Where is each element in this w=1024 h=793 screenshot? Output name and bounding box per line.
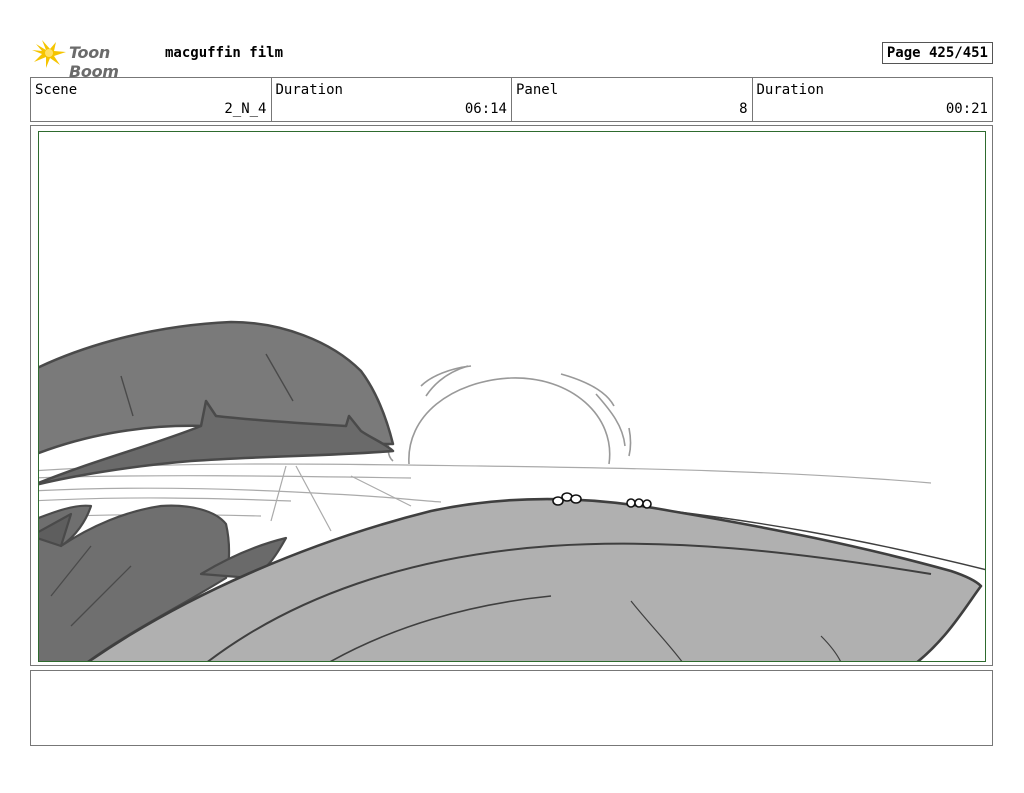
toon-boom-logo: Toon Boom: [32, 38, 162, 81]
camera-safe-area: [38, 131, 986, 662]
scene-value: 2_N_4: [224, 101, 267, 117]
scene-cell: Scene 2_N_4: [31, 78, 272, 121]
panel-cell: Panel 8: [512, 78, 753, 121]
panel-duration-value: 00:21: [945, 101, 988, 117]
panel-label: Panel: [516, 82, 559, 98]
notes-box: [30, 670, 993, 746]
page-number: Page 425/451: [881, 42, 993, 64]
project-title: macguffin film: [165, 45, 284, 61]
scene-duration-label: Duration: [275, 82, 343, 98]
scene-duration-cell: Duration 06:14: [272, 78, 512, 121]
rock-upper-left: [39, 320, 395, 486]
starburst-icon: [32, 40, 66, 68]
panel-frame: [30, 125, 993, 666]
scene-duration-value: 06:14: [464, 101, 507, 117]
scene-info-bar: Scene 2_N_4 Duration 06:14 Panel 8 Durat…: [30, 77, 993, 122]
setting-sun: [387, 365, 632, 465]
scene-label: Scene: [35, 82, 78, 98]
brand-name: Toon Boom: [69, 43, 119, 81]
panel-sketch: [39, 320, 985, 661]
panel-value: 8: [739, 101, 748, 117]
storyboard-header: Toon Boom macguffin film Page 425/451: [30, 36, 993, 81]
panel-duration-label: Duration: [756, 82, 824, 98]
panel-duration-cell: Duration 00:21: [753, 78, 993, 121]
